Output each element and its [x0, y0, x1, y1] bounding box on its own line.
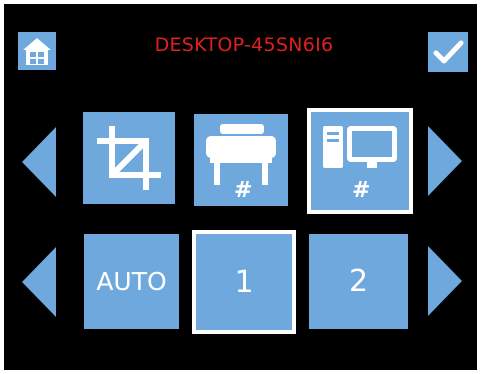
option-2-label: 2	[348, 264, 369, 299]
row1-right-arrow[interactable]	[428, 126, 462, 196]
home-icon	[23, 38, 51, 65]
screen: DESKTOP-45SN6I6 # # AUTO 1 2	[4, 4, 477, 370]
auto-label: AUTO	[96, 267, 167, 296]
printer-number-badge: #	[234, 178, 253, 203]
row2-left-arrow[interactable]	[22, 247, 56, 317]
option-1-button[interactable]: 1	[192, 230, 296, 334]
option-2-button[interactable]: 2	[309, 234, 408, 329]
row1-left-arrow[interactable]	[22, 127, 56, 197]
page-title: DESKTOP-45SN6I6	[154, 34, 334, 56]
home-button[interactable]	[18, 32, 56, 70]
crop-icon	[97, 126, 161, 190]
printer-tile[interactable]: #	[194, 114, 288, 206]
crop-tile[interactable]	[83, 112, 175, 204]
checkmark-icon	[433, 40, 464, 64]
option-1-label: 1	[234, 264, 254, 300]
computer-number-badge: #	[352, 178, 371, 203]
confirm-button[interactable]	[428, 32, 468, 72]
computer-tile[interactable]: #	[307, 108, 413, 214]
row2-right-arrow[interactable]	[428, 246, 462, 316]
auto-option-button[interactable]: AUTO	[84, 234, 179, 329]
